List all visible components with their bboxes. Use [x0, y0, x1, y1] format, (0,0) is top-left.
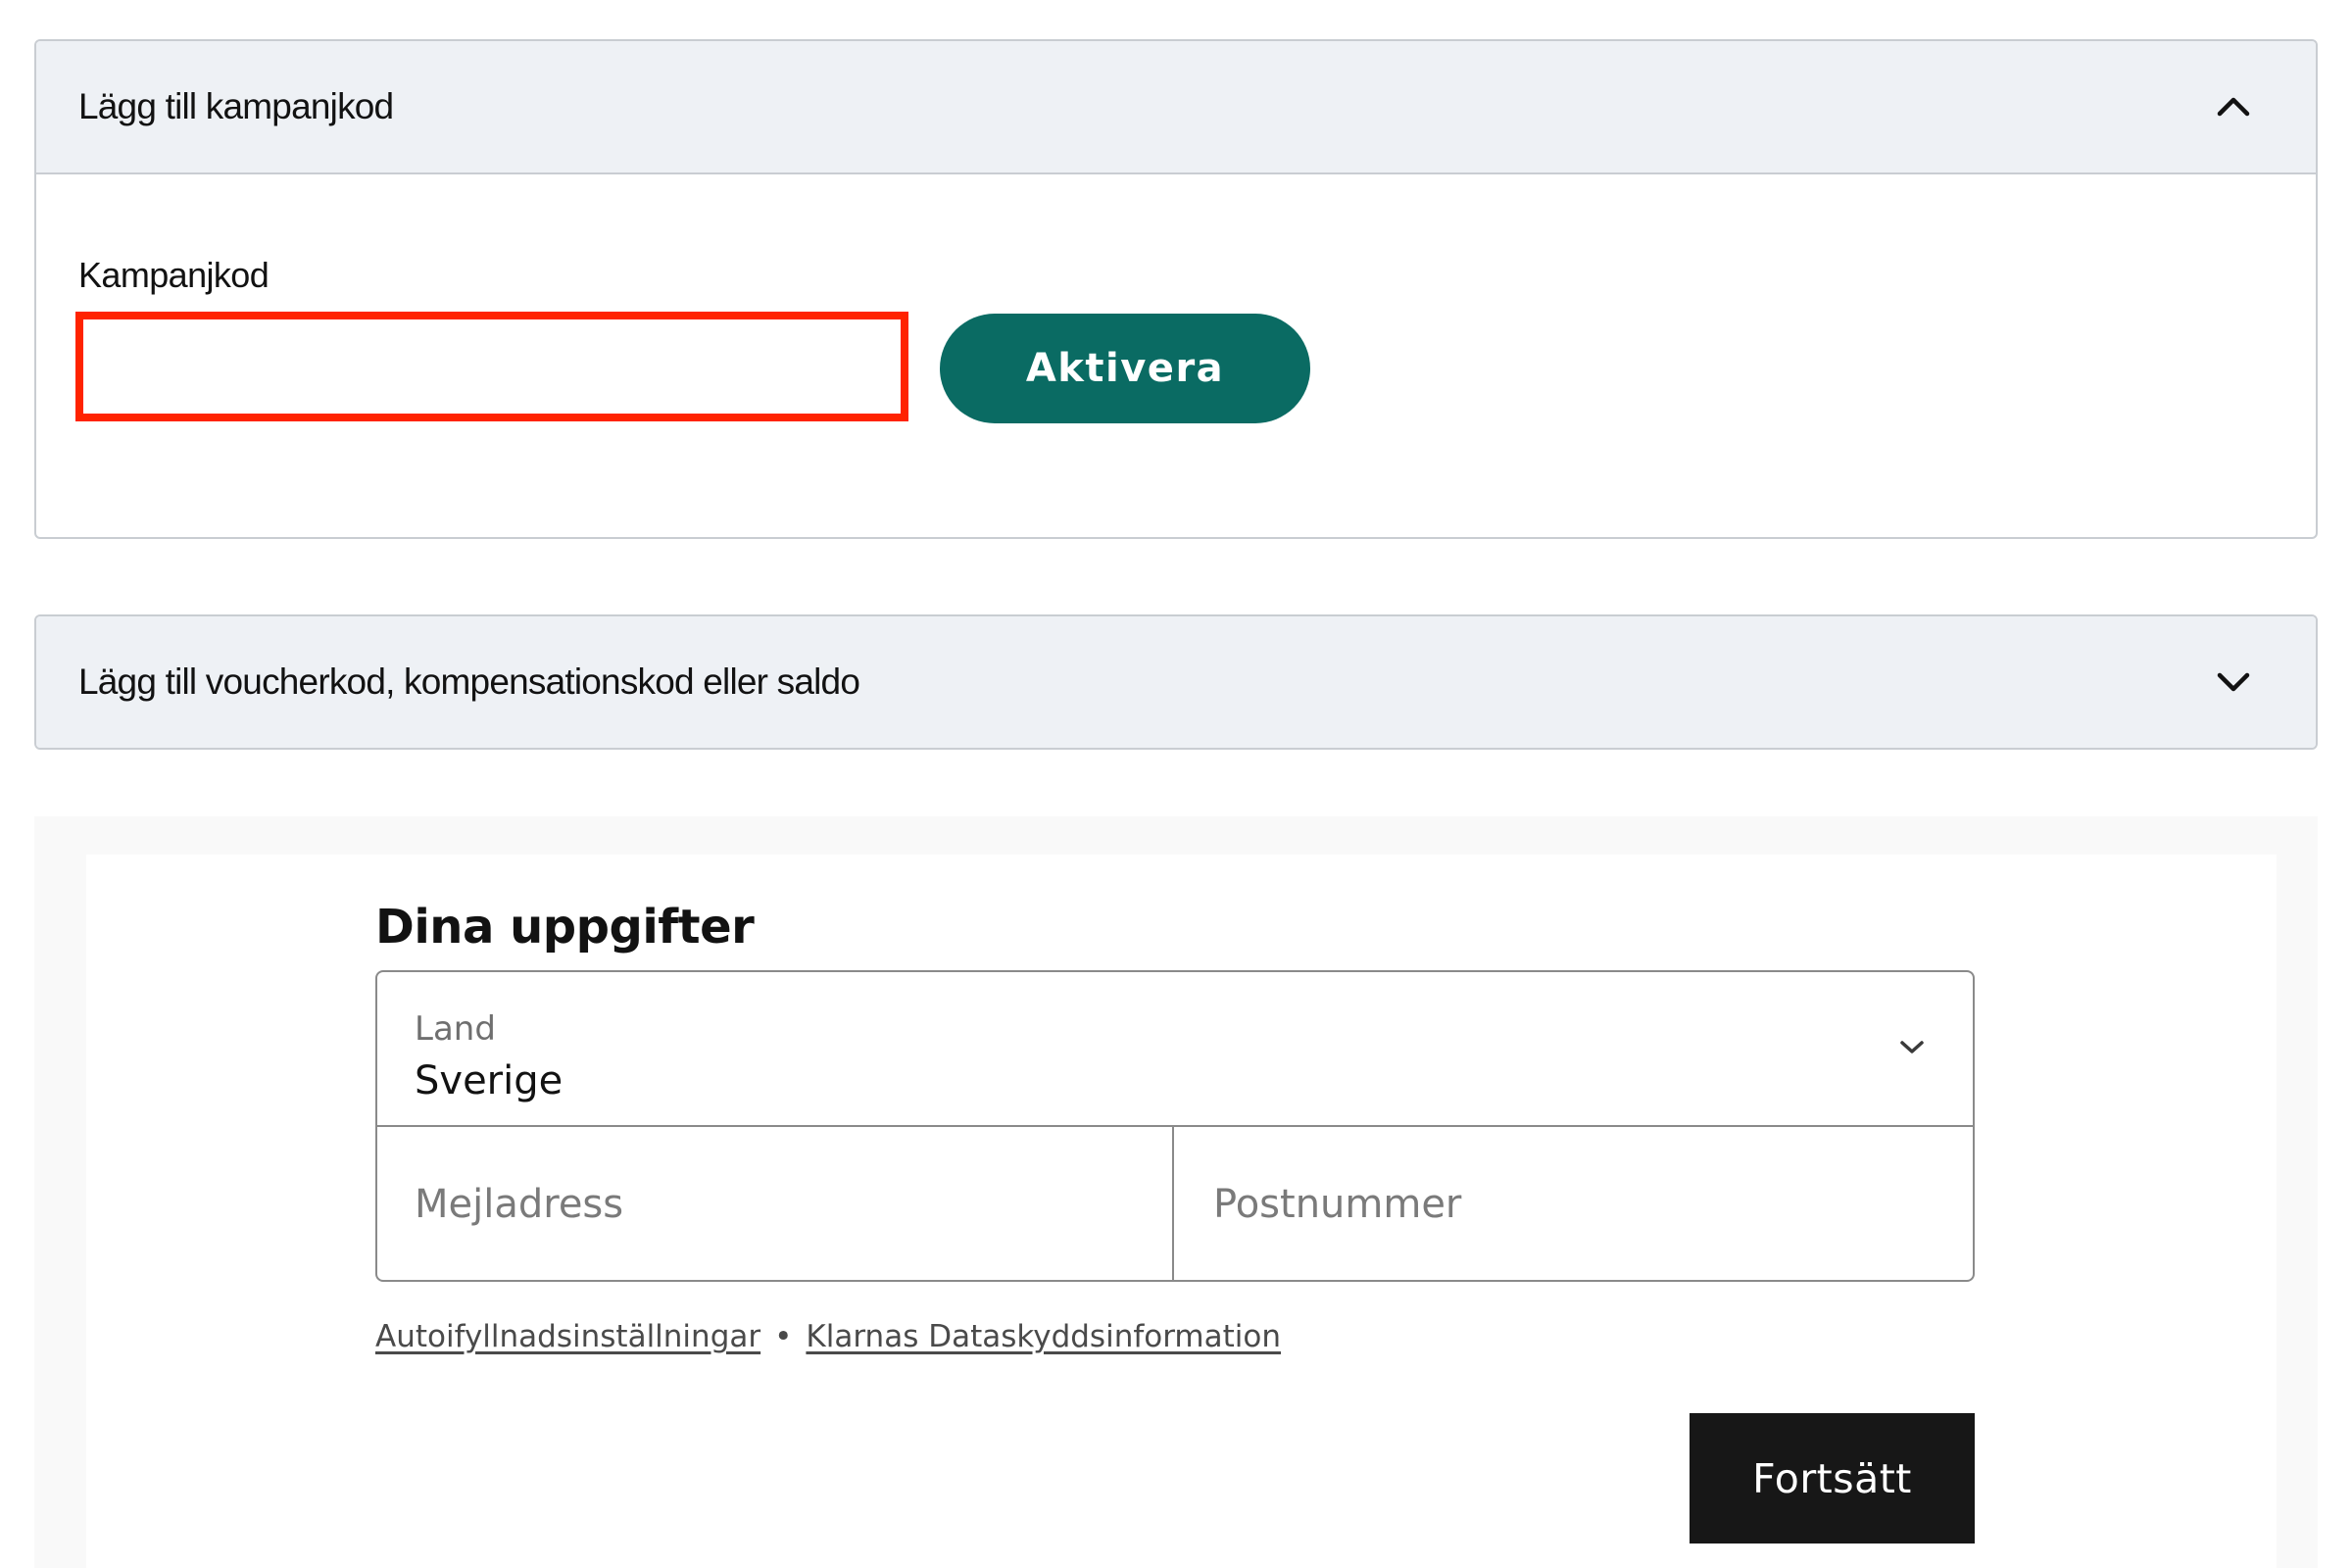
chevron-down-icon: [1892, 1027, 1932, 1066]
chevron-down-icon[interactable]: [2210, 659, 2257, 706]
promo-code-accordion: Lägg till kampanjkod Kampanjkod Aktivera: [34, 39, 2318, 539]
voucher-code-accordion-title: Lägg till voucherkod, kompensationskod e…: [78, 662, 860, 702]
voucher-code-accordion-header[interactable]: Lägg till voucherkod, kompensationskod e…: [36, 616, 2316, 748]
country-value: Sverige: [415, 1058, 564, 1103]
privacy-info-link[interactable]: Klarnas Dataskyddsinformation: [806, 1319, 1281, 1354]
postal-code-field[interactable]: [1176, 1127, 1973, 1280]
activate-button[interactable]: Aktivera: [940, 314, 1310, 423]
promo-code-accordion-title: Lägg till kampanjkod: [78, 86, 394, 126]
country-select[interactable]: Land Sverige: [377, 972, 1973, 1127]
email-field[interactable]: [377, 1127, 1174, 1280]
voucher-code-accordion: Lägg till voucherkod, kompensationskod e…: [34, 614, 2318, 750]
continue-button[interactable]: Fortsätt: [1690, 1413, 1975, 1544]
autofill-settings-link[interactable]: Autoifyllnadsinställningar: [375, 1319, 760, 1354]
promo-code-accordion-header[interactable]: Lägg till kampanjkod: [36, 41, 2316, 174]
details-title: Dina uppgifter: [375, 900, 755, 955]
promo-code-input[interactable]: [75, 312, 908, 421]
details-form: Land Sverige: [375, 970, 1975, 1282]
country-label: Land: [415, 1009, 496, 1049]
chevron-up-icon[interactable]: [2210, 83, 2257, 130]
promo-code-label: Kampanjkod: [78, 255, 270, 295]
link-separator: •: [774, 1319, 793, 1354]
footer-links: Autoifyllnadsinställningar • Klarnas Dat…: [375, 1319, 1281, 1354]
